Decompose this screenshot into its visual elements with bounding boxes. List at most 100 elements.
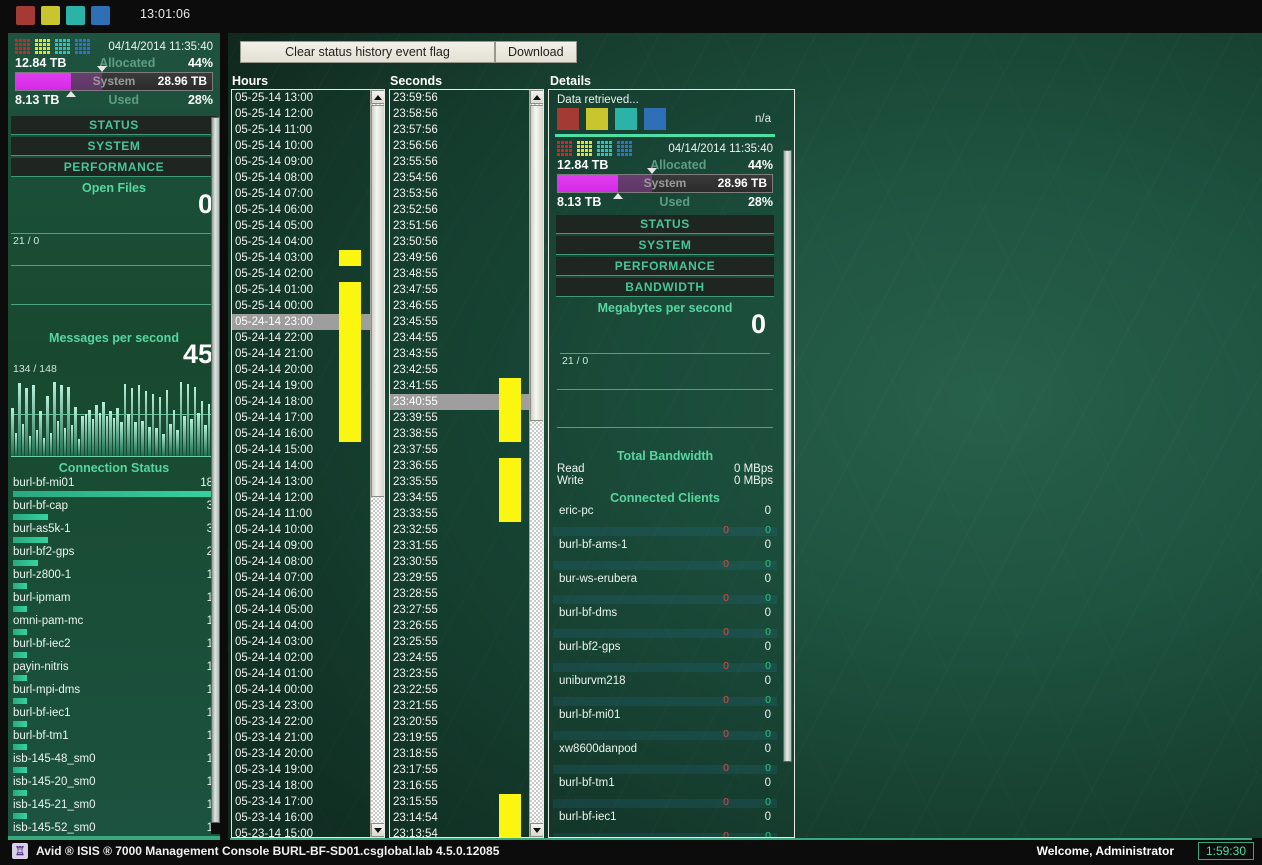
list-row[interactable]: 05-23-14 16:00 — [232, 810, 370, 826]
hours-scrollbar-thumb[interactable] — [371, 105, 384, 497]
list-row[interactable]: 23:56:56 — [390, 138, 529, 154]
list-row[interactable]: 05-23-14 17:00 — [232, 794, 370, 810]
list-row[interactable]: 23:46:55 — [390, 298, 529, 314]
details-accordion-status[interactable]: STATUS — [556, 215, 774, 234]
list-row[interactable]: 23:24:55 — [390, 650, 529, 666]
list-row[interactable]: 05-23-14 21:00 — [232, 730, 370, 746]
connected-client-row[interactable]: burl-bf-tm1 0 — [553, 777, 777, 800]
connection-status-row[interactable]: burl-mpi-dms 1 — [11, 684, 217, 707]
seconds-list[interactable]: 23:59:56 23:58:56 23:57:56 23:56:56 23:55:56… — [389, 89, 544, 838]
seconds-scrollbar[interactable] — [529, 90, 543, 837]
list-row[interactable]: 05-24-14 10:00 — [232, 522, 370, 538]
list-row[interactable]: 23:52:56 — [390, 202, 529, 218]
list-row[interactable]: 05-25-14 04:00 — [232, 234, 370, 250]
list-row[interactable]: 05-24-14 06:00 — [232, 586, 370, 602]
connected-client-row[interactable]: bur-ws-erubera 0 — [553, 573, 777, 596]
list-row[interactable]: 05-24-14 11:00 — [232, 506, 370, 522]
connected-client-row[interactable]: burl-bf-dms 0 — [553, 607, 777, 630]
connection-status-row[interactable]: burl-ipmam 1 — [11, 592, 217, 615]
list-row[interactable]: 23:55:56 — [390, 154, 529, 170]
details-accordion-performance[interactable]: PERFORMANCE — [556, 257, 774, 276]
connected-client-row[interactable]: burl-bf-iec1 0 — [553, 811, 777, 834]
connection-status-row[interactable]: burl-bf-tm1 1 — [11, 730, 217, 753]
connection-status-row[interactable]: isb-145-48_sm0 1 — [11, 753, 217, 776]
list-row[interactable]: 05-24-14 12:00 — [232, 490, 370, 506]
list-row[interactable]: 05-24-14 02:00 — [232, 650, 370, 666]
list-row[interactable]: 23:23:55 — [390, 666, 529, 682]
list-row[interactable]: 05-24-14 04:00 — [232, 618, 370, 634]
list-row[interactable]: 05-25-14 06:00 — [232, 202, 370, 218]
sidebar-scrollbar-thumb[interactable] — [211, 117, 220, 823]
list-row[interactable]: 23:26:55 — [390, 618, 529, 634]
list-row[interactable]: 05-25-14 12:00 — [232, 106, 370, 122]
session-timer[interactable]: 1:59:30 — [1197, 842, 1254, 860]
sidebar-accordion-status[interactable]: STATUS — [11, 116, 217, 135]
list-row[interactable]: 05-24-14 00:00 — [232, 682, 370, 698]
list-row[interactable]: 23:17:55 — [390, 762, 529, 778]
list-row[interactable]: 23:18:55 — [390, 746, 529, 762]
list-row[interactable]: 23:32:55 — [390, 522, 529, 538]
list-row[interactable]: 05-23-14 19:00 — [232, 762, 370, 778]
connected-client-row[interactable]: burl-bf-ams-1 0 — [553, 539, 777, 562]
details-accordion-system[interactable]: SYSTEM — [556, 236, 774, 255]
list-row[interactable]: 23:50:56 — [390, 234, 529, 250]
hours-list[interactable]: 05-25-14 13:00 05-25-14 12:00 05-25-14 11:… — [231, 89, 385, 838]
list-row[interactable]: 23:27:55 — [390, 602, 529, 618]
connection-status-row[interactable]: burl-as5k-1 3 — [11, 523, 217, 546]
connection-status-row[interactable]: isb-145-20_sm0 1 — [11, 776, 217, 799]
hours-scroll-down-arrow[interactable] — [371, 823, 384, 837]
list-row[interactable]: 23:58:56 — [390, 106, 529, 122]
list-row[interactable]: 05-23-14 23:00 — [232, 698, 370, 714]
connection-status-row[interactable]: burl-bf-cap 3 — [11, 500, 217, 523]
list-row[interactable]: 23:45:55 — [390, 314, 529, 330]
list-row[interactable]: 23:54:56 — [390, 170, 529, 186]
list-row[interactable]: 05-24-14 13:00 — [232, 474, 370, 490]
list-row[interactable]: 05-25-14 07:00 — [232, 186, 370, 202]
list-row[interactable]: 23:47:55 — [390, 282, 529, 298]
connection-status-row[interactable]: payin-nitris 1 — [11, 661, 217, 684]
connection-status-row[interactable]: isb-145-21_sm0 1 — [11, 799, 217, 822]
download-button[interactable]: Download — [495, 41, 577, 63]
seconds-scroll-down-arrow[interactable] — [530, 823, 543, 837]
list-row[interactable]: 05-23-14 20:00 — [232, 746, 370, 762]
list-row[interactable]: 23:28:55 — [390, 586, 529, 602]
connection-status-row[interactable]: burl-bf-mi01 18 — [11, 477, 219, 500]
connection-status-row[interactable]: burl-bf-iec2 1 — [11, 638, 217, 661]
list-row[interactable]: 05-23-14 18:00 — [232, 778, 370, 794]
sidebar-accordion-performance[interactable]: PERFORMANCE — [11, 158, 217, 177]
list-row[interactable]: 23:43:55 — [390, 346, 529, 362]
list-row[interactable]: 05-25-14 11:00 — [232, 122, 370, 138]
list-row[interactable]: 23:30:55 — [390, 554, 529, 570]
list-row[interactable]: 05-24-14 05:00 — [232, 602, 370, 618]
list-row[interactable]: 23:37:55 — [390, 442, 529, 458]
hours-scrollbar[interactable] — [370, 90, 384, 837]
list-row[interactable]: 05-25-14 02:00 — [232, 266, 370, 282]
list-row[interactable]: 05-24-14 14:00 — [232, 458, 370, 474]
list-row[interactable]: 23:42:55 — [390, 362, 529, 378]
connected-client-row[interactable]: burl-bf2-gps 0 — [553, 641, 777, 664]
connected-client-row[interactable]: burl-bf-mi01 0 — [553, 709, 777, 732]
sidebar-accordion-system[interactable]: SYSTEM — [11, 137, 217, 156]
list-row[interactable]: 05-24-14 07:00 — [232, 570, 370, 586]
list-row[interactable]: 23:20:55 — [390, 714, 529, 730]
connection-status-row[interactable]: burl-z800-1 1 — [11, 569, 217, 592]
connected-client-row[interactable]: uniburvm218 0 — [553, 675, 777, 698]
list-row[interactable]: 05-24-14 01:00 — [232, 666, 370, 682]
list-row[interactable]: 05-24-14 09:00 — [232, 538, 370, 554]
list-row[interactable]: 23:53:56 — [390, 186, 529, 202]
details-scrollbar[interactable] — [783, 150, 792, 831]
connection-status-row[interactable]: omni-pam-mc 1 — [11, 615, 217, 638]
seconds-scroll-up-arrow[interactable] — [530, 90, 543, 104]
sidebar-scrollbar[interactable] — [211, 117, 220, 834]
list-row[interactable]: 23:25:55 — [390, 634, 529, 650]
list-row[interactable]: 05-23-14 22:00 — [232, 714, 370, 730]
list-row[interactable]: 05-25-14 10:00 — [232, 138, 370, 154]
list-row[interactable]: 05-25-14 05:00 — [232, 218, 370, 234]
connected-client-row[interactable]: eric-pc 0 — [553, 505, 777, 528]
list-row[interactable]: 23:44:55 — [390, 330, 529, 346]
list-row[interactable]: 23:49:56 — [390, 250, 529, 266]
list-row[interactable]: 23:29:55 — [390, 570, 529, 586]
list-row[interactable]: 05-25-14 13:00 — [232, 90, 370, 106]
list-row[interactable]: 23:19:55 — [390, 730, 529, 746]
list-row[interactable]: 05-24-14 15:00 — [232, 442, 370, 458]
